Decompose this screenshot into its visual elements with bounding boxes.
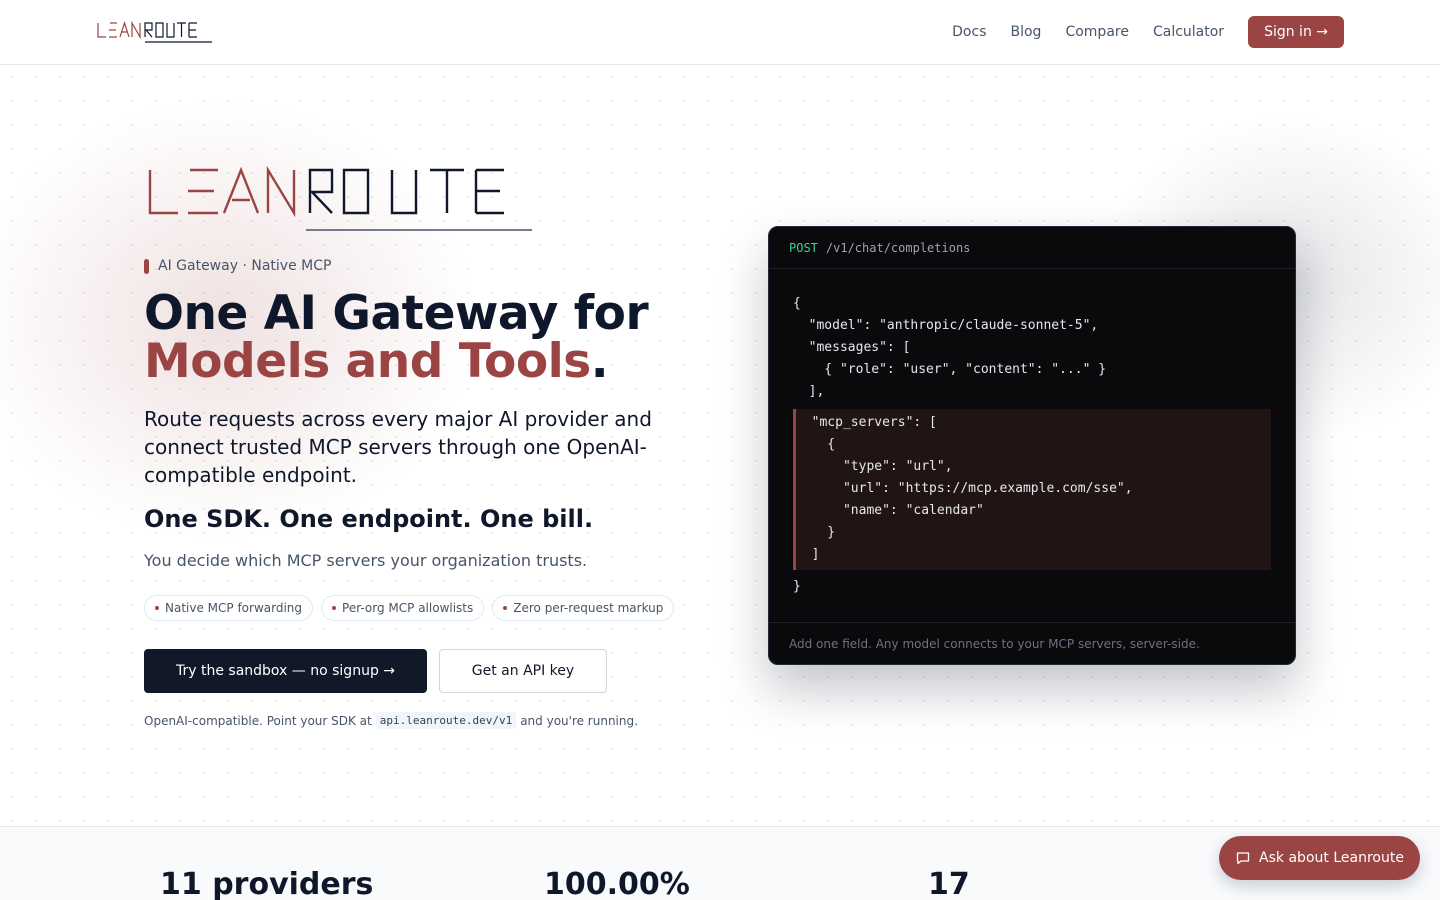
- nav-link-calculator[interactable]: Calculator: [1153, 16, 1224, 48]
- ask-chat-button[interactable]: Ask about Leanroute: [1219, 836, 1420, 880]
- code-line: ],: [793, 384, 825, 399]
- feature-pills: Native MCP forwarding Per-org MCP allowl…: [144, 595, 682, 621]
- nav-link-blog[interactable]: Blog: [1011, 16, 1042, 48]
- code-example-panel: POST /v1/chat/completions { "model": "an…: [768, 226, 1296, 665]
- headline-line1: One AI Gateway for: [144, 286, 649, 341]
- code-line: "messages": [: [793, 340, 911, 355]
- stat-uptime: 100.00%: [544, 867, 690, 900]
- pill-label: Zero per-request markup: [513, 601, 664, 615]
- try-sandbox-button[interactable]: Try the sandbox — no signup →: [144, 649, 427, 693]
- code-line: { "role": "user", "content": "..." }: [793, 362, 1107, 377]
- pill-label: Native MCP forwarding: [165, 601, 303, 615]
- hero-wordmark-logo: [144, 164, 536, 240]
- hero-tagline: One SDK. One endpoint. One bill.: [144, 505, 594, 533]
- pill-label: Per-org MCP allowlists: [342, 601, 474, 615]
- pill-dot-icon: [503, 606, 508, 610]
- pill-dot-icon: [155, 606, 159, 610]
- pill-dot-icon: [332, 606, 337, 610]
- feature-pill: Native MCP forwarding: [144, 595, 314, 621]
- code-line: "mcp_servers": [: [796, 415, 937, 430]
- code-line: "type": "url",: [796, 459, 953, 474]
- feature-pill: Zero per-request markup: [492, 595, 675, 621]
- hero-tag-text: AI Gateway · Native MCP: [158, 258, 332, 274]
- headline-period: .: [590, 334, 609, 389]
- chat-bubble-icon: [1236, 852, 1250, 865]
- tag-accent-bar: [144, 258, 149, 274]
- main-nav: Docs Blog Compare Calculator Sign in →: [952, 16, 1344, 48]
- nav-link-compare[interactable]: Compare: [1065, 16, 1129, 48]
- top-navigation-bar: Docs Blog Compare Calculator Sign in →: [0, 0, 1440, 65]
- code-body: { "model": "anthropic/claude-sonnet-5", …: [769, 269, 1295, 598]
- sign-in-button[interactable]: Sign in →: [1248, 16, 1344, 48]
- stat-providers: 11 providers: [160, 867, 374, 900]
- stat-count: 17: [928, 867, 970, 900]
- compat-text-after: and you're running.: [520, 713, 638, 728]
- hero-lead: Route requests across every major AI pro…: [144, 407, 652, 487]
- header-logo[interactable]: [96, 20, 214, 44]
- code-line: "name": "calendar": [796, 503, 984, 518]
- compat-text-before: OpenAI-compatible. Point your SDK at: [144, 713, 372, 728]
- http-method: POST: [789, 240, 818, 255]
- hero-subtext: You decide which MCP servers your organi…: [144, 551, 588, 570]
- code-panel-footer: Add one field. Any model connects to you…: [769, 622, 1295, 664]
- code-line: "url": "https://mcp.example.com/sse",: [796, 481, 1133, 496]
- get-api-key-button[interactable]: Get an API key: [439, 649, 607, 693]
- code-line: }: [796, 525, 836, 540]
- code-line: {: [796, 437, 836, 452]
- code-line: ]: [796, 547, 820, 562]
- nav-link-docs[interactable]: Docs: [952, 16, 986, 48]
- ask-chat-label: Ask about Leanroute: [1259, 850, 1404, 866]
- hero-headline: One AI Gateway for Models and Tools.: [144, 290, 649, 389]
- code-panel-header: POST /v1/chat/completions: [769, 227, 1295, 269]
- hero-tag: AI Gateway · Native MCP: [144, 258, 331, 274]
- mcp-highlight-block: "mcp_servers": [ { "type": "url", "url":…: [793, 409, 1271, 570]
- endpoint-path: /v1/chat/completions: [825, 240, 971, 255]
- cta-row: Try the sandbox — no signup → Get an API…: [144, 649, 607, 693]
- code-line: "model": "anthropic/claude-sonnet-5",: [793, 318, 1099, 333]
- code-line: }: [793, 579, 801, 594]
- compat-note: OpenAI-compatible. Point your SDK at api…: [144, 712, 638, 729]
- api-endpoint-code: api.leanroute.dev/v1: [375, 712, 517, 729]
- headline-accent: Models and Tools: [144, 334, 591, 389]
- code-line: {: [793, 296, 801, 311]
- feature-pill: Per-org MCP allowlists: [321, 595, 485, 621]
